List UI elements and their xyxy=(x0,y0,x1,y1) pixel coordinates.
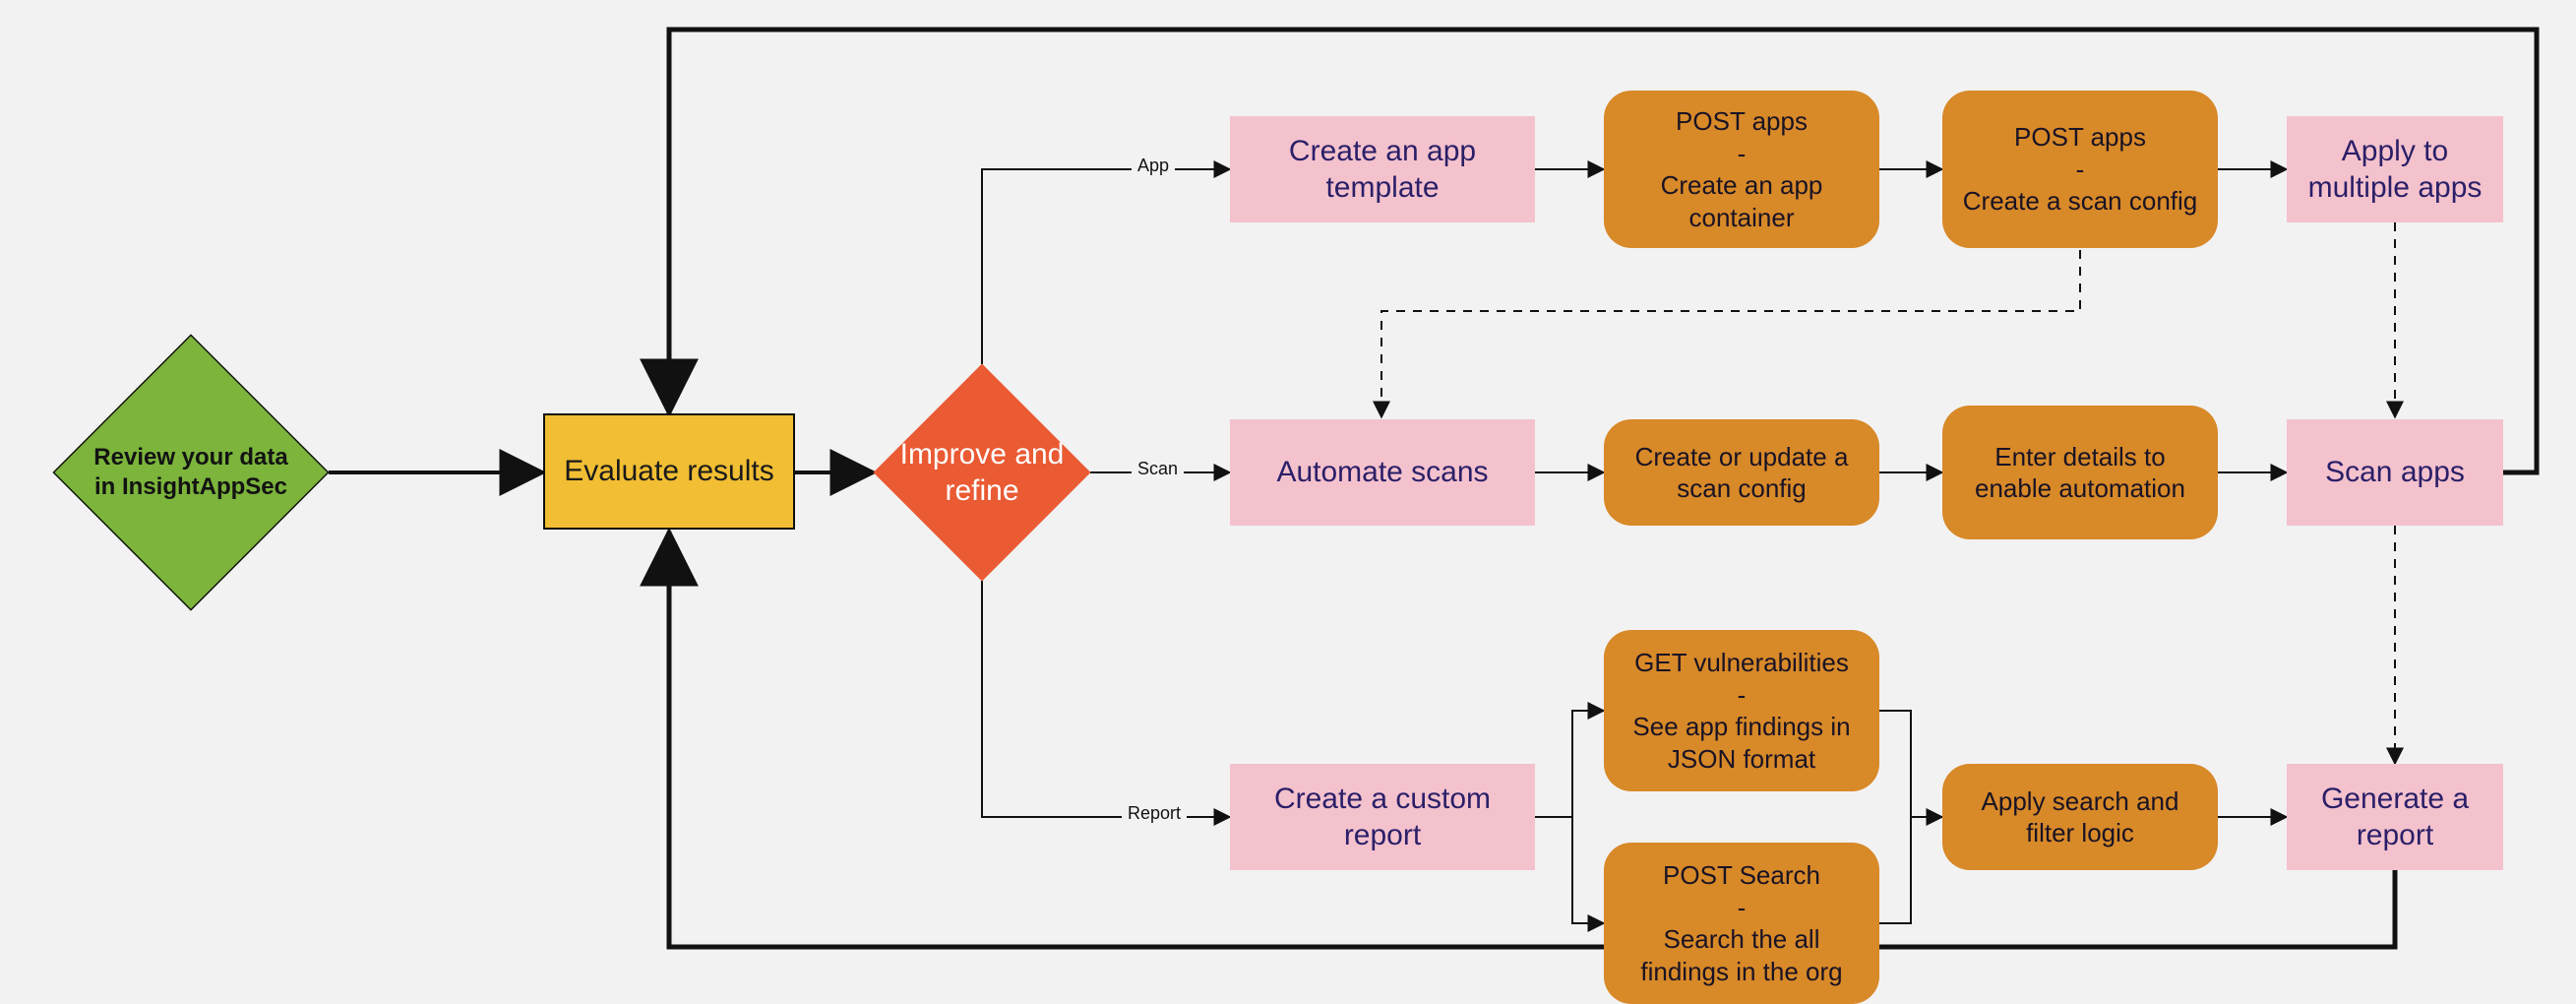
node-get-vulnerabilities: GET vulnerabilities - See app findings i… xyxy=(1604,630,1879,791)
node-evaluate-results: Evaluate results xyxy=(543,413,795,530)
node-post-search: POST Search - Search the all findings in… xyxy=(1604,843,1879,1004)
label-create-custom-report: Create a custom report xyxy=(1244,781,1521,854)
node-apply-multiple-apps: Apply to multiple apps xyxy=(2287,116,2503,222)
node-create-custom-report: Create a custom report xyxy=(1230,764,1535,870)
node-scan-apps: Scan apps xyxy=(2287,419,2503,526)
edge-label-report: Report xyxy=(1122,803,1187,824)
label-get-vulnerabilities: GET vulnerabilities - See app findings i… xyxy=(1618,647,1866,775)
node-create-update-scan-config: Create or update a scan config xyxy=(1604,419,1879,526)
label-generate-report: Generate a report xyxy=(2300,781,2489,854)
label-create-app-template: Create an app template xyxy=(1244,133,1521,207)
label-apply-multiple-apps: Apply to multiple apps xyxy=(2300,133,2489,207)
node-enter-details-automation: Enter details to enable automation xyxy=(1942,406,2218,539)
label-post-apps-container: POST apps - Create an app container xyxy=(1618,105,1866,233)
label-create-update-scan-config: Create or update a scan config xyxy=(1618,441,1866,505)
node-apply-search-filter: Apply search and filter logic xyxy=(1942,764,2218,870)
workflow-diagram: Review your data in InsightAppSec Evalua… xyxy=(0,0,2576,976)
label-post-apps-scanconfig: POST apps - Create a scan config xyxy=(1963,121,2197,218)
label-apply-search-filter: Apply search and filter logic xyxy=(1956,785,2204,849)
node-automate-scans: Automate scans xyxy=(1230,419,1535,526)
label-improve-refine: Improve and refine xyxy=(893,436,1071,510)
node-generate-report: Generate a report xyxy=(2287,764,2503,870)
node-post-apps-container: POST apps - Create an app container xyxy=(1604,91,1879,248)
label-enter-details-automation: Enter details to enable automation xyxy=(1956,441,2204,505)
label-scan-apps: Scan apps xyxy=(2325,454,2465,491)
label-post-search: POST Search - Search the all findings in… xyxy=(1618,859,1866,987)
node-create-app-template: Create an app template xyxy=(1230,116,1535,222)
node-post-apps-scanconfig: POST apps - Create a scan config xyxy=(1942,91,2218,248)
label-automate-scans: Automate scans xyxy=(1276,454,1488,491)
node-review-data: Review your data in InsightAppSec xyxy=(53,335,329,610)
node-improve-refine: Improve and refine xyxy=(874,364,1090,581)
edge-label-app: App xyxy=(1132,156,1175,176)
label-evaluate-results: Evaluate results xyxy=(564,453,773,490)
edge-label-scan: Scan xyxy=(1132,459,1184,479)
label-review-data: Review your data in InsightAppSec xyxy=(83,443,299,502)
